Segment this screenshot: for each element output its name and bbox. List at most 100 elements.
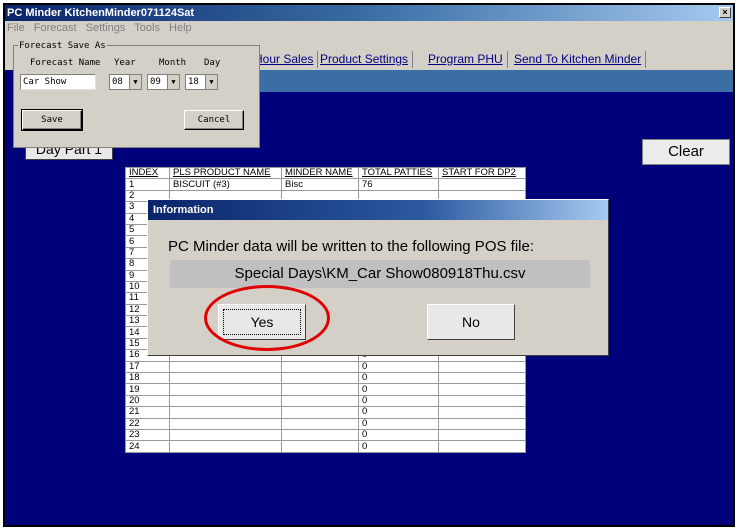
chevron-down-icon[interactable]: ▼ xyxy=(129,75,141,89)
cell-start-for-dp2[interactable] xyxy=(438,178,526,191)
menu-help[interactable]: Help xyxy=(169,22,192,34)
cell-pls-product-name[interactable]: BISCUIT (#3) xyxy=(169,178,282,191)
cell-total-patties[interactable]: 0 xyxy=(358,440,439,453)
table-row[interactable]: 21 0 xyxy=(125,406,526,419)
save-button[interactable]: Save xyxy=(21,109,83,131)
header-start-for-dp2[interactable]: START FOR DP2 xyxy=(438,166,526,180)
day-select[interactable]: 18 ▼ xyxy=(185,74,218,90)
cell-pls-product-name[interactable] xyxy=(169,440,282,453)
clear-button[interactable]: Clear xyxy=(642,139,730,165)
focus-indicator xyxy=(223,309,301,335)
cell-index[interactable]: 18 xyxy=(125,372,170,385)
tab-hour-sales[interactable]: Hour Sales xyxy=(250,51,319,68)
day-label: Day xyxy=(204,58,221,68)
table-row[interactable]: 24 0 xyxy=(125,440,526,453)
table-header-row: INDEX PLS PRODUCT NAME MINDER NAME TOTAL… xyxy=(125,166,526,180)
cell-pls-product-name[interactable] xyxy=(169,406,282,419)
information-dialog: Information PC Minder data will be writt… xyxy=(147,199,609,356)
menu-settings[interactable]: Settings xyxy=(86,22,126,34)
year-select-value: 08 xyxy=(112,77,123,87)
cell-index[interactable]: 23 xyxy=(125,428,170,442)
cell-start-for-dp2[interactable] xyxy=(438,360,526,374)
cell-pls-product-name[interactable] xyxy=(169,372,282,385)
app-window: PC Minder KitchenMinder071124Sat × File … xyxy=(3,3,735,527)
chevron-down-icon[interactable]: ▼ xyxy=(167,75,179,89)
month-select-value: 09 xyxy=(150,77,161,87)
cell-start-for-dp2[interactable] xyxy=(438,372,526,385)
header-minder-name[interactable]: MINDER NAME xyxy=(281,166,359,180)
cell-minder-name[interactable] xyxy=(281,394,359,408)
cell-start-for-dp2[interactable] xyxy=(438,394,526,408)
table-row[interactable]: 19 0 xyxy=(125,383,526,396)
cell-total-patties[interactable]: 0 xyxy=(358,428,439,442)
chevron-down-icon[interactable]: ▼ xyxy=(205,75,217,89)
header-pls-product-name[interactable]: PLS PRODUCT NAME xyxy=(169,166,282,180)
cell-minder-name[interactable] xyxy=(281,406,359,419)
year-select[interactable]: 08 ▼ xyxy=(109,74,142,90)
cell-start-for-dp2[interactable] xyxy=(438,428,526,442)
menu-file[interactable]: File xyxy=(7,22,25,34)
table-row[interactable]: 22 0 xyxy=(125,417,526,431)
cell-start-for-dp2[interactable] xyxy=(438,440,526,453)
table-row[interactable]: 23 0 xyxy=(125,428,526,442)
cell-minder-name[interactable] xyxy=(281,383,359,396)
cell-total-patties[interactable]: 0 xyxy=(358,406,439,419)
cell-start-for-dp2[interactable] xyxy=(438,417,526,431)
forecast-name-label: Forecast Name xyxy=(30,58,101,68)
cell-index[interactable]: 22 xyxy=(125,417,170,431)
header-index[interactable]: INDEX xyxy=(125,166,170,180)
cell-pls-product-name[interactable] xyxy=(169,417,282,431)
close-icon[interactable]: × xyxy=(719,7,731,18)
cell-index[interactable]: 1 xyxy=(125,178,170,191)
cell-minder-name[interactable] xyxy=(281,372,359,385)
dialog-message: PC Minder data will be written to the fo… xyxy=(168,238,534,255)
cell-index[interactable]: 17 xyxy=(125,360,170,374)
no-button[interactable]: No xyxy=(427,304,515,340)
menu-forecast[interactable]: Forecast xyxy=(34,22,77,34)
cell-pls-product-name[interactable] xyxy=(169,394,282,408)
cell-pls-product-name[interactable] xyxy=(169,360,282,374)
table-row[interactable]: 1 BISCUIT (#3) Bisc 76 xyxy=(125,178,526,191)
window-title: PC Minder KitchenMinder071124Sat xyxy=(7,7,195,19)
month-label: Month xyxy=(159,58,187,68)
menu-bar: File Forecast Settings Tools Help xyxy=(5,21,733,36)
table-row[interactable]: 17 0 xyxy=(125,360,526,374)
cell-pls-product-name[interactable] xyxy=(169,383,282,396)
cell-total-patties[interactable]: 0 xyxy=(358,360,439,374)
forecast-name-field[interactable]: Car Show xyxy=(20,74,96,90)
menu-tools[interactable]: Tools xyxy=(134,22,160,34)
cell-total-patties[interactable]: 0 xyxy=(358,383,439,396)
dialog-title: Information xyxy=(148,200,608,220)
cell-total-patties[interactable]: 0 xyxy=(358,372,439,385)
title-bar: PC Minder KitchenMinder071124Sat × xyxy=(5,5,733,21)
yes-button[interactable]: Yes xyxy=(218,304,306,340)
cell-index[interactable]: 19 xyxy=(125,383,170,396)
cell-start-for-dp2[interactable] xyxy=(438,406,526,419)
cell-index[interactable]: 21 xyxy=(125,406,170,419)
day-select-value: 18 xyxy=(188,77,199,87)
cell-start-for-dp2[interactable] xyxy=(438,383,526,396)
cell-minder-name[interactable] xyxy=(281,360,359,374)
tab-product-settings[interactable]: Product Settings xyxy=(316,51,414,68)
cell-index[interactable]: 20 xyxy=(125,394,170,408)
cell-pls-product-name[interactable] xyxy=(169,428,282,442)
cell-index[interactable]: 24 xyxy=(125,440,170,453)
table-row[interactable]: 20 0 xyxy=(125,394,526,408)
cell-total-patties[interactable]: 76 xyxy=(358,178,439,191)
year-label: Year xyxy=(114,58,136,68)
forecast-save-title: Forecast Save As xyxy=(18,41,107,51)
cell-minder-name[interactable] xyxy=(281,428,359,442)
tab-program-phu[interactable]: Program PHU xyxy=(424,51,508,68)
cell-minder-name[interactable] xyxy=(281,440,359,453)
cell-minder-name[interactable] xyxy=(281,417,359,431)
table-row[interactable]: 18 0 xyxy=(125,372,526,385)
tab-send-to-kitchen-minder[interactable]: Send To Kitchen Minder xyxy=(510,51,647,68)
cell-minder-name[interactable]: Bisc xyxy=(281,178,359,191)
cell-total-patties[interactable]: 0 xyxy=(358,394,439,408)
dialog-file-path: Special Days\KM_Car Show080918Thu.csv xyxy=(170,260,590,288)
tab-panel-header xyxy=(245,70,733,92)
cancel-button[interactable]: Cancel xyxy=(184,110,244,130)
cell-total-patties[interactable]: 0 xyxy=(358,417,439,431)
month-select[interactable]: 09 ▼ xyxy=(147,74,180,90)
header-total-patties[interactable]: TOTAL PATTIES xyxy=(358,166,439,180)
